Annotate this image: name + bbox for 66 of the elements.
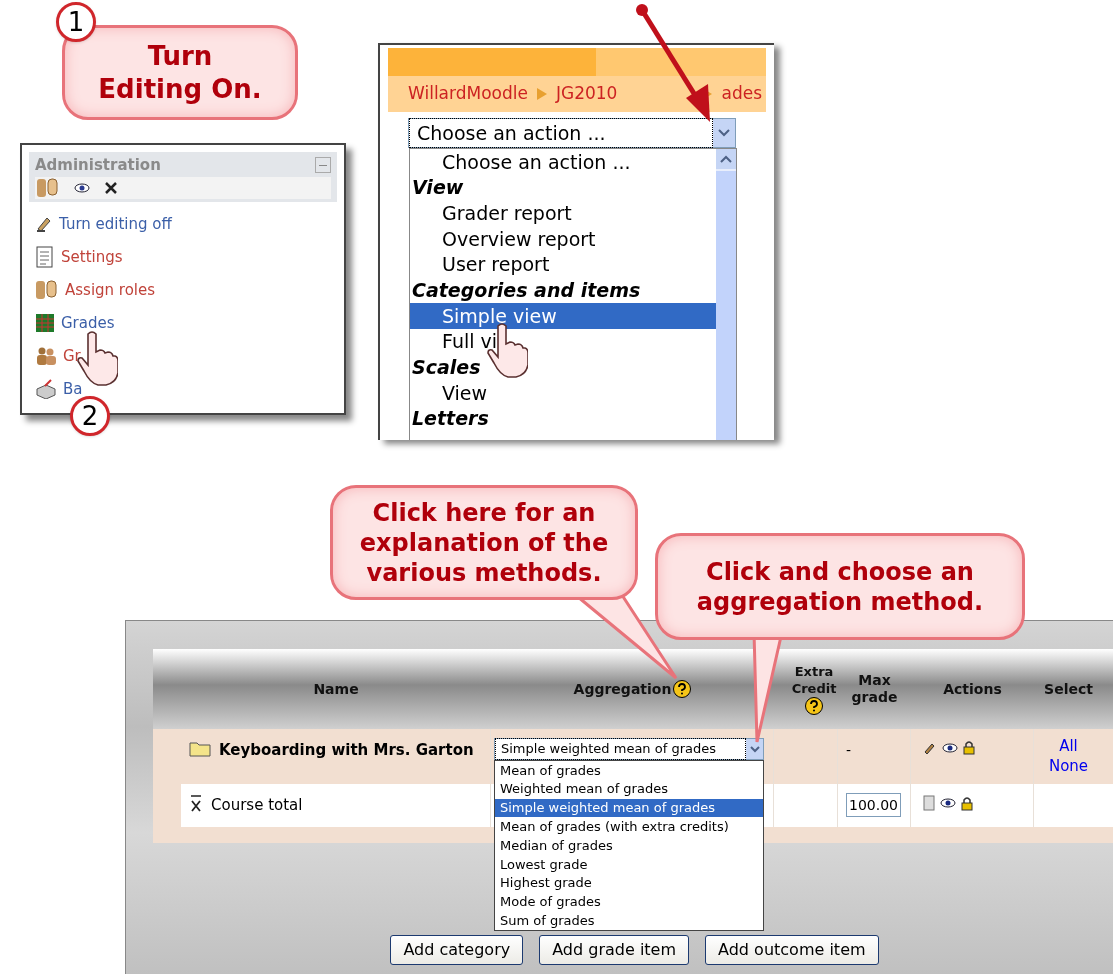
dropdown-option[interactable]: Lowest grade <box>495 855 763 874</box>
dropdown-option[interactable]: Simple view <box>410 303 716 329</box>
breadcrumb-link[interactable]: JG2010 <box>555 81 618 107</box>
scrollbar[interactable] <box>716 149 736 440</box>
dropdown-option[interactable]: Highest grade <box>495 873 763 893</box>
dropdown-option[interactable]: Median of grades <box>495 836 763 855</box>
collapse-icon[interactable] <box>315 157 331 174</box>
eye-icon[interactable] <box>74 182 90 193</box>
people-icon <box>35 346 57 366</box>
dropdown-option[interactable]: Mode of grades <box>495 892 763 912</box>
column-header: Select <box>1044 680 1093 698</box>
option-group-label: View <box>411 175 465 201</box>
dropdown-option[interactable]: Choose an action ... <box>410 149 716 175</box>
column-header: Extra Credit <box>790 663 838 697</box>
dropdown-option[interactable]: View <box>410 380 716 406</box>
grade-item-name: Keyboarding with Mrs. Garton <box>219 740 474 761</box>
dropdown-option[interactable]: Mean of grades (with extra credits) <box>495 817 763 837</box>
column-header: Actions <box>943 680 1002 698</box>
help-icon[interactable] <box>673 680 692 698</box>
callout: Click and choose an aggregation method. <box>655 533 1025 640</box>
dropdown-option[interactable]: Full vi <box>410 328 716 355</box>
option-group-label: Scales <box>411 355 482 381</box>
dropdown-option[interactable]: Simple weighted mean of grades <box>495 798 763 818</box>
mean-symbol-icon <box>189 794 203 812</box>
option-group-label: Letters <box>411 406 490 432</box>
folder-icon <box>189 739 211 757</box>
admin-link[interactable]: Turn editing off <box>59 212 172 236</box>
add-button[interactable]: Add outcome item <box>705 935 879 965</box>
dropdown-option[interactable]: Weighted mean of grades <box>495 779 763 799</box>
max-grade-field[interactable]: 100.00 <box>846 793 901 817</box>
help-icon[interactable] <box>805 697 823 715</box>
admin-link[interactable]: Grades <box>61 311 115 335</box>
max-grade-value: - <box>846 742 852 758</box>
select-link[interactable]: All <box>1059 736 1078 756</box>
dropdown-option[interactable]: Mean of grades <box>495 761 763 780</box>
step-number: 2 <box>70 396 110 436</box>
block-title: Administration <box>35 155 161 176</box>
eye-icon[interactable] <box>942 742 958 753</box>
column-header: Aggregation <box>573 680 672 698</box>
dropdown-option[interactable]: Sum of grades <box>495 911 763 931</box>
aggregation-select[interactable]: Simple weighted mean of grades <box>494 738 764 760</box>
admin-link[interactable]: Settings <box>61 245 123 269</box>
padlock-icon[interactable] <box>961 795 973 811</box>
document-icon <box>35 246 55 268</box>
column-header: Name <box>313 680 359 698</box>
breadcrumb-link[interactable]: ades <box>721 81 762 107</box>
action-select[interactable]: Choose an action ... <box>408 118 736 148</box>
add-button[interactable]: Add grade item <box>539 935 690 965</box>
dropdown-option[interactable]: Grader report <box>410 200 716 227</box>
box-icon <box>35 379 57 399</box>
dropdown-option[interactable]: Overview report <box>410 226 716 252</box>
padlock-icon[interactable] <box>963 740 975 755</box>
breadcrumb-link[interactable]: WillardMoodle <box>408 81 528 107</box>
eye-icon[interactable] <box>940 798 956 808</box>
close-icon[interactable] <box>104 180 118 195</box>
dropdown-option[interactable]: User report <box>410 251 716 278</box>
admin-link[interactable]: Assign roles <box>65 278 156 302</box>
pencil-icon <box>35 215 53 233</box>
select-link[interactable]: None <box>1048 756 1089 776</box>
scroll-up-icon[interactable] <box>716 149 736 169</box>
grade-item-name: Course total <box>211 795 303 816</box>
spreadsheet-icon <box>35 313 55 333</box>
add-button[interactable]: Add category <box>390 935 524 965</box>
column-header: Max grade <box>850 672 899 706</box>
option-group-label: Categories and items <box>411 278 642 304</box>
breadcrumb-separator-icon <box>535 87 548 101</box>
